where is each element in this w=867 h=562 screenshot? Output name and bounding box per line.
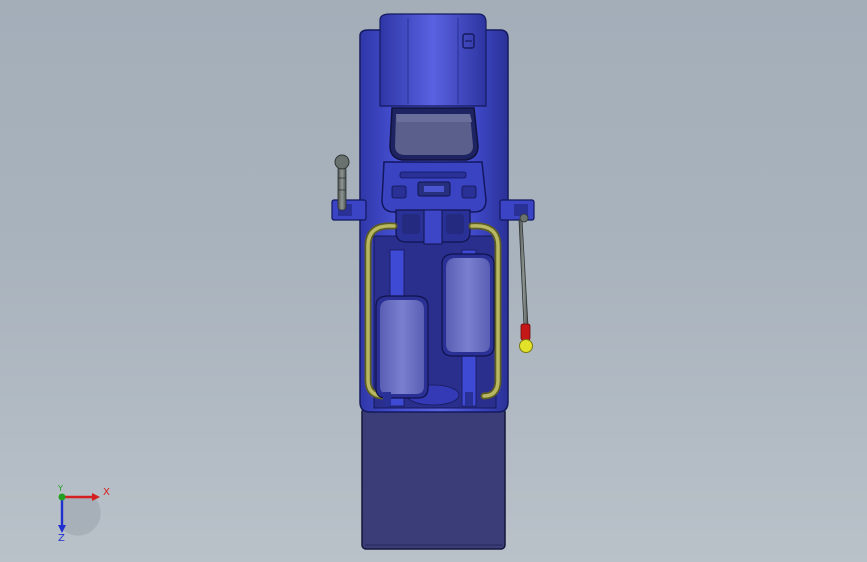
left-lever-knob[interactable] <box>334 154 350 170</box>
pedal-post-right <box>465 392 473 406</box>
pedal-post-left <box>383 392 391 406</box>
elliptical-trainer-model[interactable] <box>0 0 867 562</box>
x-axis-label: X <box>103 487 110 498</box>
handle-base[interactable] <box>395 209 471 245</box>
orientation-triad[interactable]: X Y Z <box>48 480 118 550</box>
z-axis-label: Z <box>58 533 65 544</box>
console-button-right[interactable] <box>461 185 477 199</box>
y-axis-dot-icon <box>58 493 66 501</box>
console-screen[interactable] <box>389 107 479 161</box>
pedal-left[interactable] <box>375 295 429 399</box>
right-lever-arm[interactable] <box>518 213 533 353</box>
side-bracket-left[interactable] <box>331 199 367 221</box>
right-lever-yellow-knob[interactable] <box>519 339 533 353</box>
console-panel[interactable] <box>381 161 487 213</box>
pedal-right[interactable] <box>441 253 495 357</box>
rear-deck[interactable] <box>361 407 506 550</box>
console-button-left[interactable] <box>391 185 407 199</box>
y-axis-label: Y <box>58 484 63 493</box>
cad-viewport[interactable]: X Y Z <box>0 0 867 562</box>
right-lever-red-grip[interactable] <box>520 323 531 341</box>
flywheel-housing[interactable] <box>379 13 487 107</box>
side-bracket-right[interactable] <box>499 199 535 221</box>
